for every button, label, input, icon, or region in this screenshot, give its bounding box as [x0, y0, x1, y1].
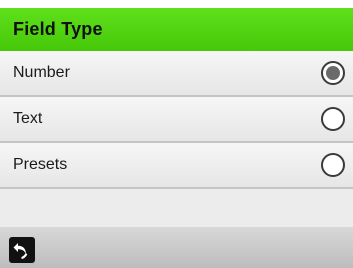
radio-text[interactable] — [321, 107, 345, 131]
option-presets[interactable]: Presets — [0, 143, 353, 189]
footer-bar — [0, 227, 353, 268]
header-bar: Field Type — [0, 8, 353, 51]
radio-presets[interactable] — [321, 153, 345, 177]
option-text[interactable]: Text — [0, 97, 353, 143]
top-strip — [0, 0, 353, 8]
option-label: Presets — [13, 156, 68, 173]
back-button[interactable] — [9, 237, 35, 263]
option-label: Text — [13, 110, 43, 127]
radio-dot — [326, 66, 340, 80]
page-title: Field Type — [13, 19, 103, 39]
field-type-options: Number Text Presets — [0, 51, 353, 189]
option-number[interactable]: Number — [0, 51, 353, 97]
option-label: Number — [13, 64, 70, 81]
back-arrow-icon — [13, 243, 28, 259]
empty-area — [0, 189, 353, 227]
radio-number-selected[interactable] — [321, 61, 345, 85]
field-type-screen: Field Type Number Text Presets — [0, 0, 353, 268]
